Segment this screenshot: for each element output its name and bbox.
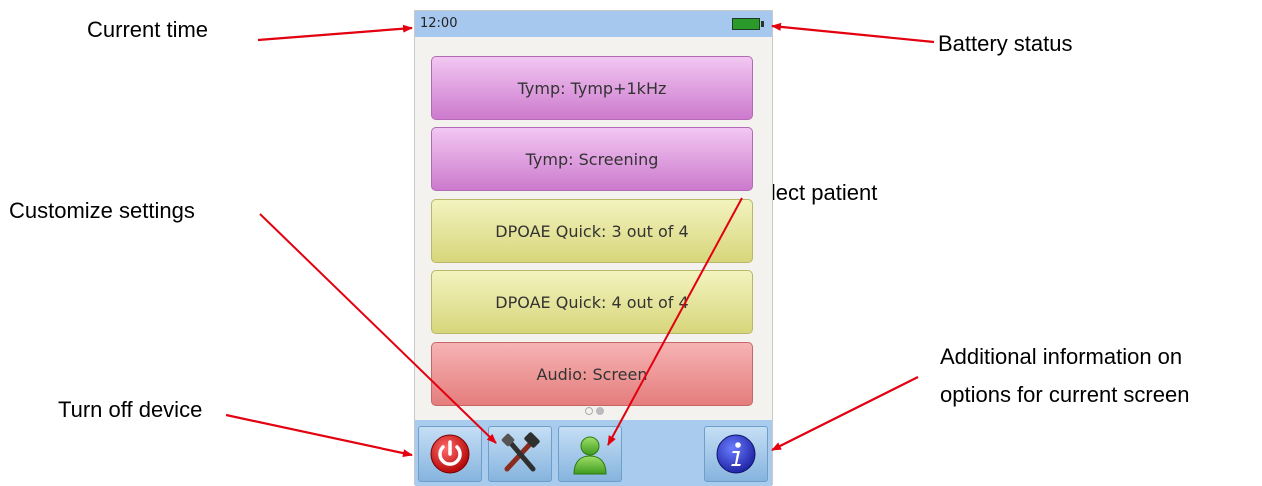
test-button-tymp-1khz[interactable]: Tymp: Tymp+1kHz — [431, 56, 753, 120]
annotation-additional-info-line1: Additional information on — [940, 344, 1183, 369]
device-screen: 12:00 Tymp: Tymp+1kHz Tymp: Screening DP… — [414, 10, 773, 486]
arrow-current-time — [257, 24, 413, 42]
test-button-label: DPOAE Quick: 4 out of 4 — [495, 292, 689, 312]
page-indicator[interactable] — [579, 405, 609, 417]
arrow-turn-off-device — [225, 413, 413, 458]
test-button-audio-screen[interactable]: Audio: Screen — [431, 342, 753, 406]
annotation-customize-settings: Customize settings — [9, 198, 195, 223]
test-button-label: Audio: Screen — [536, 364, 648, 384]
annotation-additional-info-line2: options for current screen — [940, 382, 1190, 407]
battery-full-icon — [732, 18, 764, 30]
annotation-turn-off-device: Turn off device — [58, 397, 203, 422]
status-bar: 12:00 — [415, 11, 772, 37]
test-button-label: DPOAE Quick: 3 out of 4 — [495, 221, 689, 241]
power-button[interactable] — [418, 426, 482, 482]
arrow-additional-info — [771, 376, 919, 451]
current-time: 12:00 — [420, 16, 458, 31]
annotation-current-time: Current time — [87, 17, 209, 42]
info-icon — [716, 434, 756, 474]
arrow-battery-status — [771, 22, 935, 44]
patient-button[interactable] — [558, 426, 622, 482]
power-icon — [430, 434, 470, 474]
info-button[interactable] — [704, 426, 768, 482]
settings-tools-icon — [501, 432, 540, 472]
page-dot-2[interactable] — [595, 407, 604, 415]
settings-button[interactable] — [488, 426, 552, 482]
test-button-dpoae-4of4[interactable]: DPOAE Quick: 4 out of 4 — [431, 270, 753, 334]
test-button-label: Tymp: Tymp+1kHz — [517, 78, 667, 98]
page-dot-1[interactable] — [584, 407, 593, 415]
test-button-dpoae-3of4[interactable]: DPOAE Quick: 3 out of 4 — [431, 199, 753, 263]
test-button-label: Tymp: Screening — [525, 149, 659, 169]
annotation-battery-status: Battery status — [938, 31, 1073, 56]
patient-icon — [573, 436, 607, 475]
test-button-tymp-screening[interactable]: Tymp: Screening — [431, 127, 753, 191]
bottom-toolbar — [415, 420, 772, 486]
